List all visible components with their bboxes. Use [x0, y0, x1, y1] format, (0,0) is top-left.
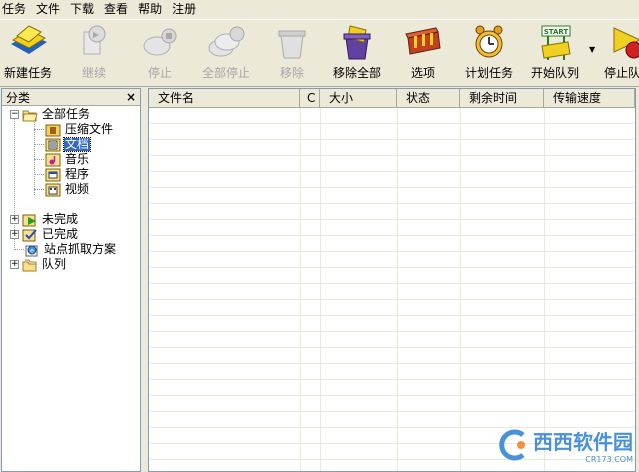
column-header-status[interactable]: 状态 — [397, 89, 460, 107]
finished-icon — [22, 228, 37, 241]
unfinished-icon — [22, 214, 36, 226]
category-panel-header: 分类 × — [2, 89, 140, 106]
folder-open-icon — [22, 110, 38, 121]
watermark-subtext: CR173.COM — [585, 455, 633, 464]
tree-connector — [34, 129, 44, 130]
column-divider — [300, 108, 301, 471]
queue-icon — [22, 259, 37, 271]
new-task-button[interactable]: 新建任务 — [0, 22, 56, 84]
tree-item-programs[interactable]: 程序 — [45, 167, 90, 182]
stop-all-icon — [208, 26, 245, 57]
start-queue-icon: START — [541, 25, 571, 60]
menu-view[interactable]: 查看 — [102, 1, 132, 17]
column-divider — [320, 108, 321, 471]
tree-item-archives[interactable]: 压缩文件 — [45, 122, 114, 137]
tree-connector — [14, 249, 24, 250]
tree-item-video[interactable]: 视频 — [45, 182, 90, 197]
category-panel: 分类 × − 全部任务 压缩文件 文档 音乐 程序 视频 + 未完成 + 已完成… — [1, 88, 141, 472]
resume-button[interactable]: 继续 — [66, 22, 122, 84]
collapse-icon[interactable]: − — [10, 110, 19, 119]
music-icon — [45, 153, 61, 166]
column-divider — [460, 108, 461, 471]
new-task-icon — [11, 25, 47, 54]
column-divider — [544, 108, 545, 471]
archive-icon — [45, 124, 61, 136]
start-queue-dropdown-icon[interactable]: ▼ — [589, 45, 595, 54]
remove-all-button[interactable]: 移除全部 — [328, 22, 386, 84]
options-icon — [405, 27, 441, 55]
column-divider — [397, 108, 398, 471]
stop-all-button[interactable]: 全部停止 — [196, 22, 256, 84]
stop-button[interactable]: 停止 — [132, 22, 188, 84]
resume-icon — [83, 25, 106, 55]
start-sign-text: START — [544, 28, 569, 36]
menu-download[interactable]: 下载 — [68, 1, 98, 17]
remove-all-icon — [343, 25, 371, 60]
expand-icon[interactable]: + — [10, 230, 19, 239]
category-panel-title: 分类 — [6, 90, 31, 105]
column-header-size[interactable]: 大小 — [320, 89, 397, 107]
column-header-c[interactable]: C — [300, 89, 320, 107]
column-header-transfer-rate[interactable]: 传输速度 — [544, 89, 635, 107]
video-icon — [45, 183, 61, 196]
tree-connector — [34, 159, 44, 160]
stop-queue-button[interactable]: 停止队 — [604, 22, 639, 84]
tree-item-queues[interactable]: + 队列 — [10, 257, 67, 272]
expand-icon[interactable]: + — [10, 215, 19, 224]
column-divider — [635, 108, 636, 471]
options-button[interactable]: 选项 — [398, 22, 448, 84]
menu-task[interactable]: 任务 — [0, 1, 30, 17]
close-icon[interactable]: × — [126, 91, 136, 103]
menu-file[interactable]: 文件 — [34, 1, 64, 17]
site-grabber-icon: e — [25, 245, 38, 256]
expand-icon[interactable]: + — [10, 260, 19, 269]
download-list: 文件名 C 大小 状态 剩余时间 传输速度 — [148, 88, 636, 472]
stop-queue-icon — [613, 27, 639, 59]
tree-connector — [34, 174, 44, 175]
watermark-text: 西西软件园 — [533, 430, 633, 454]
tree-connector — [34, 189, 44, 190]
tree-item-unfinished[interactable]: + 未完成 — [10, 212, 79, 227]
menu-register[interactable]: 注册 — [170, 1, 200, 17]
svg-text:e: e — [30, 247, 34, 254]
panel-splitter[interactable] — [141, 88, 147, 472]
tree-item-site-grabber[interactable]: e 站点抓取方案 — [24, 242, 117, 257]
document-icon — [45, 138, 61, 151]
start-queue-button[interactable]: START 开始队列 — [526, 22, 584, 84]
toolbar: 新建任务 继续 停止 全部停止 移除 移除全部 选项 计划任务 START 开始… — [0, 19, 639, 87]
tree-connector — [34, 120, 35, 195]
menu-help[interactable]: 帮助 — [136, 1, 166, 17]
stop-icon — [143, 28, 177, 56]
scheduler-icon — [475, 25, 503, 58]
tree-item-finished[interactable]: + 已完成 — [10, 227, 79, 242]
column-header-filename[interactable]: 文件名 — [149, 89, 300, 107]
menu-bar: 任务 文件 下载 查看 帮助 注册 — [0, 0, 639, 18]
scheduler-button[interactable]: 计划任务 — [460, 22, 518, 84]
watermark-logo-icon — [499, 429, 525, 461]
tree-item-music[interactable]: 音乐 — [45, 152, 90, 167]
download-list-rows[interactable] — [149, 108, 635, 471]
watermark: 西西软件园 CR173.COM — [493, 426, 633, 464]
remove-icon — [278, 30, 306, 59]
download-list-header: 文件名 C 大小 状态 剩余时间 传输速度 — [149, 89, 635, 108]
tree-connector — [34, 144, 44, 145]
remove-button[interactable]: 移除 — [266, 22, 318, 84]
tree-item-all-tasks[interactable]: − 全部任务 — [10, 107, 91, 122]
tree-item-documents[interactable]: 文档 — [45, 137, 92, 152]
column-header-time-left[interactable]: 剩余时间 — [460, 89, 544, 107]
program-icon — [45, 168, 61, 181]
